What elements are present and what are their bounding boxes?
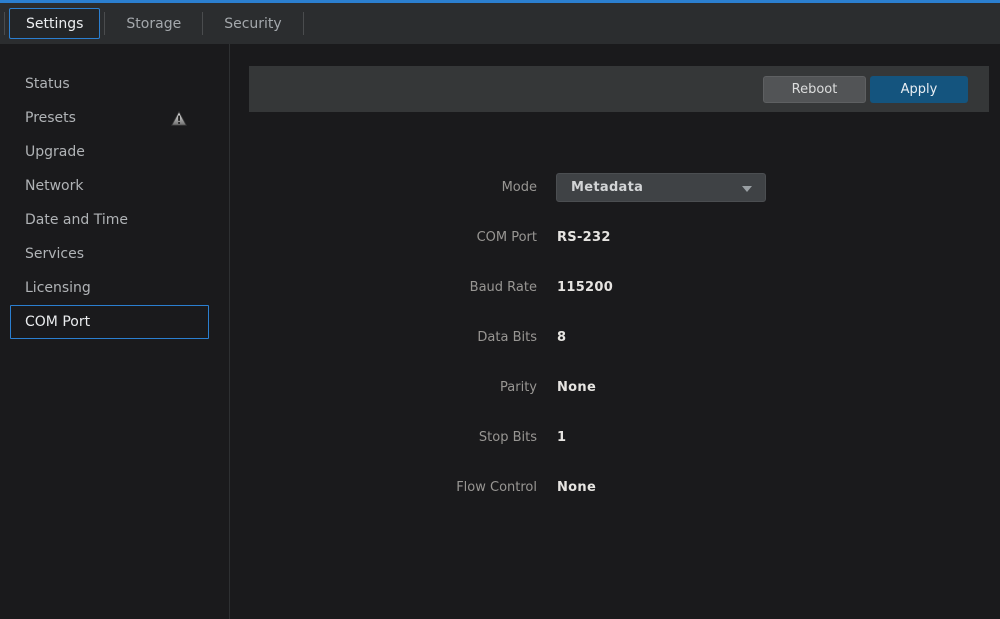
main-content: Reboot Apply Mode Metadata COM Port RS-2… bbox=[231, 44, 1000, 619]
tab-security[interactable]: Security bbox=[207, 8, 299, 39]
reboot-button[interactable]: Reboot bbox=[763, 76, 866, 103]
tab-settings[interactable]: Settings bbox=[9, 8, 100, 39]
stop-bits-value: 1 bbox=[557, 430, 566, 445]
form-row-parity: Parity None bbox=[231, 373, 1000, 402]
flow-control-value: None bbox=[557, 480, 596, 495]
action-toolbar: Reboot Apply bbox=[249, 66, 989, 112]
sidebar-item-services[interactable]: Services bbox=[10, 237, 209, 271]
com-port-label: COM Port bbox=[231, 230, 537, 245]
sidebar-item-date-and-time[interactable]: Date and Time bbox=[10, 203, 209, 237]
mode-dropdown-value: Metadata bbox=[571, 180, 643, 195]
chevron-down-icon bbox=[742, 186, 752, 192]
flow-control-label: Flow Control bbox=[231, 480, 537, 495]
sidebar-item-upgrade[interactable]: Upgrade bbox=[10, 135, 209, 169]
mode-dropdown[interactable]: Metadata bbox=[556, 173, 766, 202]
stop-bits-label: Stop Bits bbox=[231, 430, 537, 445]
sidebar-item-label: Status bbox=[25, 76, 70, 92]
sidebar-item-label: Presets bbox=[25, 110, 76, 126]
sidebar-item-label: Network bbox=[25, 178, 83, 194]
tab-storage[interactable]: Storage bbox=[109, 8, 198, 39]
sidebar-item-status[interactable]: Status bbox=[10, 67, 209, 101]
data-bits-label: Data Bits bbox=[231, 330, 537, 345]
form-row-data-bits: Data Bits 8 bbox=[231, 323, 1000, 352]
form-row-com-port: COM Port RS-232 bbox=[231, 223, 1000, 252]
sidebar: Status Presets Upgrade Network Date and … bbox=[0, 44, 230, 619]
top-tab-bar: Settings Storage Security bbox=[0, 0, 1000, 44]
sidebar-item-label: Upgrade bbox=[25, 144, 85, 160]
sidebar-item-com-port[interactable]: COM Port bbox=[10, 305, 209, 339]
sidebar-item-label: COM Port bbox=[25, 314, 90, 330]
form-row-stop-bits: Stop Bits 1 bbox=[231, 423, 1000, 452]
data-bits-value: 8 bbox=[557, 330, 566, 345]
baud-rate-value: 115200 bbox=[557, 280, 613, 295]
baud-rate-label: Baud Rate bbox=[231, 280, 537, 295]
sidebar-item-licensing[interactable]: Licensing bbox=[10, 271, 209, 305]
sidebar-item-presets[interactable]: Presets bbox=[10, 101, 209, 135]
form-row-flow-control: Flow Control None bbox=[231, 473, 1000, 502]
tab-separator bbox=[303, 12, 304, 35]
tab-separator bbox=[4, 12, 5, 35]
parity-label: Parity bbox=[231, 380, 537, 395]
apply-button[interactable]: Apply bbox=[870, 76, 968, 103]
form-row-baud-rate: Baud Rate 115200 bbox=[231, 273, 1000, 302]
sidebar-item-label: Date and Time bbox=[25, 212, 128, 228]
parity-value: None bbox=[557, 380, 596, 395]
form-row-mode: Mode Metadata bbox=[231, 173, 1000, 202]
warning-icon bbox=[171, 111, 187, 126]
mode-label: Mode bbox=[231, 180, 537, 195]
com-port-value: RS-232 bbox=[557, 230, 611, 245]
sidebar-item-label: Services bbox=[25, 246, 84, 262]
tab-separator bbox=[202, 12, 203, 35]
sidebar-item-label: Licensing bbox=[25, 280, 91, 296]
sidebar-item-network[interactable]: Network bbox=[10, 169, 209, 203]
com-port-form: Mode Metadata COM Port RS-232 Baud Rate … bbox=[231, 173, 1000, 502]
tab-separator bbox=[104, 12, 105, 35]
